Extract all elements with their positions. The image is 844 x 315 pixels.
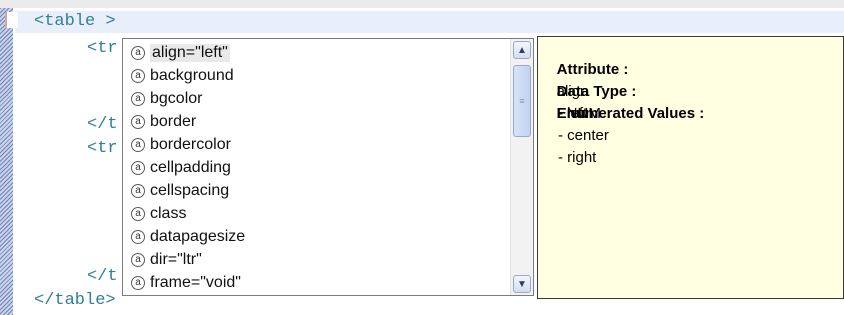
- code-line-tr-close-2[interactable]: </t: [87, 267, 118, 287]
- code-line-table-open[interactable]: <table >: [34, 12, 116, 32]
- completion-item-label: dir="ltr": [150, 250, 202, 268]
- grip-icon: ≡: [519, 96, 525, 106]
- completion-item-label: align="left": [150, 43, 230, 62]
- scroll-thumb[interactable]: ≡: [513, 65, 531, 137]
- completion-item-label: border: [150, 112, 197, 130]
- code-line-tr-open-2[interactable]: <tr: [87, 139, 118, 159]
- completion-item-label: cellspacing: [150, 181, 230, 199]
- code-line-table-close[interactable]: </table>: [34, 291, 116, 311]
- scroll-up-button[interactable]: ▲: [513, 41, 531, 59]
- completion-item[interactable]: a bgcolor: [127, 87, 202, 110]
- completion-scrollbar[interactable]: ▲ ≡ ▼: [510, 39, 533, 295]
- completion-item-label: background: [150, 66, 234, 84]
- enum-value: - right: [558, 149, 597, 166]
- attribute-icon: a: [131, 45, 145, 60]
- enum-value: - center: [558, 127, 609, 144]
- attribute-icon: a: [131, 160, 145, 175]
- attribute-icon: a: [131, 252, 145, 267]
- completion-item[interactable]: a bordercolor: [127, 133, 231, 156]
- attribute-icon: a: [131, 183, 145, 198]
- current-line-highlight: [15, 11, 844, 33]
- attribute-icon: a: [131, 275, 145, 290]
- editor-gutter: [0, 8, 18, 315]
- attribute-info-panel: Attribute : align Data Type : ENUM Enume…: [537, 36, 844, 299]
- code-line-tr-close-1[interactable]: </t: [87, 115, 118, 135]
- chevron-up-icon: ▲: [517, 44, 527, 56]
- attribute-icon: a: [131, 114, 145, 129]
- completion-item-label: cellpadding: [150, 158, 231, 176]
- attribute-icon: a: [131, 137, 145, 152]
- completion-item[interactable]: a class: [127, 202, 186, 225]
- completion-item-label: datapagesize: [150, 227, 246, 245]
- enum-value: - left: [558, 105, 588, 122]
- attribute-icon: a: [131, 229, 145, 244]
- completion-item-label: bordercolor: [150, 135, 231, 153]
- completion-item[interactable]: a cellpadding: [127, 156, 231, 179]
- attribute-icon: a: [131, 91, 145, 106]
- completion-item-label: frame="void": [150, 273, 241, 291]
- editor-top-strip: [0, 0, 844, 8]
- completion-item[interactable]: a align="left": [127, 41, 230, 64]
- scroll-down-button[interactable]: ▼: [513, 275, 531, 293]
- chevron-down-icon: ▼: [517, 278, 527, 290]
- completion-item[interactable]: a dir="ltr": [127, 248, 202, 271]
- attribute-icon: a: [131, 206, 145, 221]
- completion-item[interactable]: a border: [127, 110, 196, 133]
- attribute-icon: a: [131, 68, 145, 83]
- completion-popup[interactable]: a align="left" a background a bgcolor a border a…: [122, 38, 534, 296]
- completion-item-label: class: [150, 204, 187, 222]
- completion-item[interactable]: a background: [127, 64, 234, 87]
- completion-item[interactable]: a cellspacing: [127, 179, 229, 202]
- gutter-marker: [5, 12, 18, 28]
- completion-item-label: bgcolor: [150, 89, 203, 107]
- completion-item[interactable]: a frame="void": [127, 271, 241, 294]
- completion-item[interactable]: a datapagesize: [127, 225, 245, 248]
- code-line-tr-open-1[interactable]: <tr: [87, 39, 118, 59]
